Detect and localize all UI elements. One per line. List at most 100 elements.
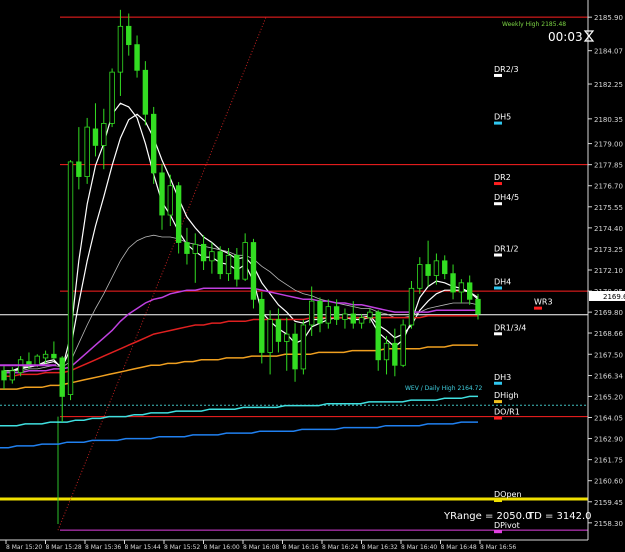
time-tick-label: 8 Mar 15:52 xyxy=(164,544,200,551)
price-tick-label: 2169.80 xyxy=(594,309,623,317)
time-tick-label: 8 Mar 16:00 xyxy=(204,544,240,551)
candle-body xyxy=(117,25,124,73)
level-label-do-r1: DO/R1 xyxy=(494,408,520,417)
price-axis: 2185.90 2184.07 2182.25 2180.35 2179.00 2177.… xyxy=(587,0,625,552)
candle-body xyxy=(284,333,290,342)
candle-body xyxy=(367,311,373,319)
price-tick-label: 2179.00 xyxy=(594,141,623,149)
candle-body xyxy=(317,300,323,324)
price-tick-label: 2172.10 xyxy=(594,267,623,275)
candle-body xyxy=(92,128,99,146)
candle-body xyxy=(192,243,198,254)
price-tick-label: 2165.20 xyxy=(594,393,623,401)
candle-body xyxy=(417,264,423,289)
candle-body xyxy=(250,242,257,300)
level-marker-dhigh xyxy=(494,400,502,404)
candle-body xyxy=(175,185,182,243)
price-tick-label: 2173.25 xyxy=(594,246,623,254)
price-tick-label: 2159.45 xyxy=(594,499,623,507)
candle-body xyxy=(59,357,65,397)
candle-body xyxy=(342,313,348,320)
candle-body xyxy=(184,242,190,254)
candle-body xyxy=(134,44,140,71)
level-marker-dopen xyxy=(494,499,502,503)
price-chart[interactable]: DR2/3 DH5 DR2 DH4/5 DR1/2 DH4 WR3 DR1/3/4 DH3 DHi… xyxy=(0,0,625,552)
candle-body xyxy=(292,333,298,370)
time-tick-label: 8 Mar 16:40 xyxy=(401,544,437,551)
candle-body xyxy=(375,311,381,361)
candle-body xyxy=(275,319,282,342)
time-tick-label: 8 Mar 15:20 xyxy=(6,544,42,551)
level-label-dr1-2: DR1/2 xyxy=(494,245,519,254)
price-tick-label: 2158.30 xyxy=(594,520,623,528)
candle-body xyxy=(9,370,16,381)
candle-body xyxy=(308,300,315,326)
level-marker-do-r1 xyxy=(494,416,502,420)
level-marker-dh3 xyxy=(494,381,502,385)
candle-body xyxy=(234,254,240,280)
candle-body xyxy=(109,71,115,124)
level-marker-dpivot xyxy=(494,530,502,534)
candle-body xyxy=(300,324,307,370)
price-tick-label: 2174.40 xyxy=(594,225,623,233)
level-label-dr2: DR2 xyxy=(494,173,511,182)
level-label-dpivot: DPivot xyxy=(494,521,520,530)
price-tick-label: 2168.66 xyxy=(594,330,623,338)
current-price-label: 2169.66 xyxy=(603,293,625,301)
price-tick-label: 2164.05 xyxy=(594,414,623,422)
price-tick-label: 2176.70 xyxy=(594,183,623,191)
candle-body xyxy=(150,113,157,174)
candle-body xyxy=(167,185,174,216)
candle-body xyxy=(325,306,332,324)
price-tick-label: 2160.60 xyxy=(594,478,623,486)
price-tick-label: 2182.25 xyxy=(594,81,623,89)
candle-body xyxy=(408,287,415,326)
countdown-timer: 00:03 xyxy=(548,30,583,44)
candle-body xyxy=(51,353,57,359)
level-label-dh3: DH3 xyxy=(494,373,511,382)
candle-body xyxy=(466,282,473,300)
level-marker-dr1-3-4 xyxy=(494,332,502,336)
time-tick-label: 8 Mar 15:28 xyxy=(46,544,82,551)
candle-body xyxy=(242,242,248,280)
candle-body xyxy=(267,319,273,353)
candle-body xyxy=(425,264,431,276)
time-tick-label: 8 Mar 16:08 xyxy=(243,544,279,551)
candle-body xyxy=(259,298,265,353)
time-tick-label: 8 Mar 15:44 xyxy=(125,544,161,551)
time-tick-label: 8 Mar 16:48 xyxy=(441,544,477,551)
td-readout: TD = 3142.0 xyxy=(527,511,592,522)
level-label-wr3: WR3 xyxy=(534,298,553,307)
candle-body xyxy=(350,313,356,324)
candle-body xyxy=(67,161,74,395)
wev-daily-high-label: WEV / Daily High 2164.72 xyxy=(405,385,482,392)
candle-body xyxy=(209,251,215,262)
candle-body xyxy=(101,123,107,146)
level-label-dh4-5: DH4/5 xyxy=(494,193,519,202)
candle-body xyxy=(400,324,406,366)
candle-body xyxy=(126,25,132,46)
candle-body xyxy=(159,172,165,216)
yrange-readout: YRange = 2050.0 xyxy=(443,511,532,522)
level-label-dh5: DH5 xyxy=(494,113,511,122)
price-tick-label: 2184.07 xyxy=(594,48,623,56)
price-tick-label: 2180.35 xyxy=(594,116,623,124)
level-label-dr2-3: DR2/3 xyxy=(494,65,519,74)
level-label-dhigh: DHigh xyxy=(494,391,519,400)
candle-body xyxy=(225,254,232,275)
candle-body xyxy=(475,298,481,315)
candle-body xyxy=(392,342,398,366)
level-marker-dh4 xyxy=(494,286,502,290)
level-marker-wr3 xyxy=(534,306,542,310)
candle-body xyxy=(458,282,465,293)
candle-body xyxy=(34,355,40,366)
level-marker-dr2 xyxy=(494,182,502,186)
level-label-dopen: DOpen xyxy=(494,490,522,499)
level-marker-dh4-5 xyxy=(494,202,502,206)
time-tick-label: 8 Mar 15:36 xyxy=(85,544,121,551)
price-tick-label: 2166.34 xyxy=(594,373,623,381)
time-tick-label: 8 Mar 16:24 xyxy=(322,544,358,551)
level-marker-dr2-3 xyxy=(494,73,502,77)
candle-body xyxy=(84,126,90,177)
chart-window: DR2/3 DH5 DR2 DH4/5 DR1/2 DH4 WR3 DR1/3/4 DH3 DHi… xyxy=(0,0,625,552)
